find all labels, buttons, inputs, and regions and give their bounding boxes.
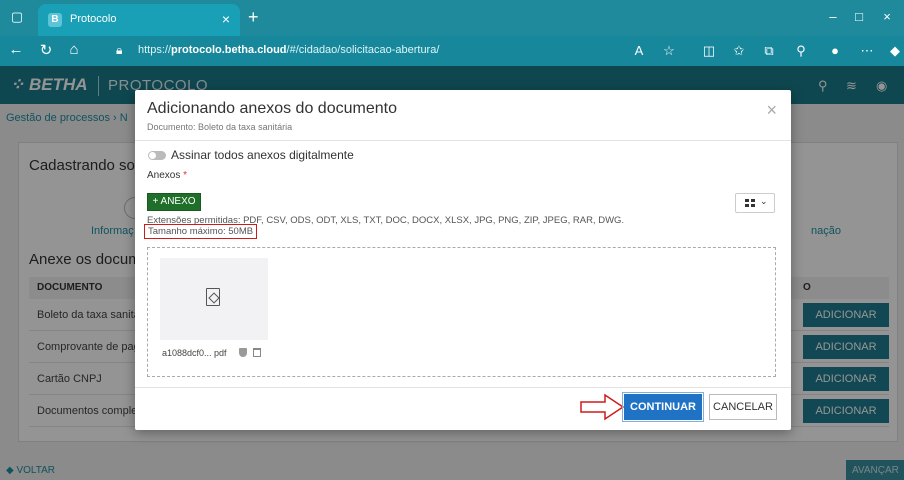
- favorite-star-icon[interactable]: ☆: [660, 43, 678, 59]
- more-menu-icon[interactable]: ⋯: [858, 43, 876, 59]
- file-name: a1088dcf0... pdf: [162, 348, 227, 358]
- file-drop-zone[interactable]: a1088dcf0... pdf: [147, 247, 776, 377]
- back-arrow-icon[interactable]: ←: [6, 41, 26, 58]
- tab-favicon-icon: B: [48, 13, 62, 27]
- tab-title: Protocolo: [70, 13, 117, 25]
- collections-icon[interactable]: ⧉: [760, 43, 778, 59]
- divider: [135, 140, 791, 141]
- sign-shield-icon[interactable]: [239, 348, 247, 357]
- attachments-modal: Adicionando anexos do documento Document…: [135, 90, 791, 430]
- reload-icon[interactable]: ↻: [36, 41, 56, 59]
- footer-divider: [135, 387, 791, 388]
- max-size-note: Tamanho máximo: 50MB: [144, 224, 258, 239]
- new-tab-icon[interactable]: +: [248, 8, 259, 26]
- sign-all-label: Assinar todos anexos digitalmente: [171, 148, 354, 162]
- close-icon[interactable]: ×: [766, 100, 777, 121]
- browser-tab[interactable]: B Protocolo ×: [38, 4, 240, 36]
- read-aloud-icon[interactable]: A: [630, 43, 648, 58]
- home-icon[interactable]: ⌂: [64, 41, 84, 58]
- minimize-icon[interactable]: –: [824, 8, 842, 26]
- file-card[interactable]: a1088dcf0... pdf: [160, 258, 268, 366]
- copilot-icon[interactable]: ◆: [886, 43, 904, 59]
- url-text: https://protocolo.betha.cloud/#/cidadao/…: [138, 44, 440, 56]
- tab-actions-icon[interactable]: ▢: [8, 8, 26, 26]
- favorites-icon[interactable]: ✩: [730, 43, 748, 59]
- split-screen-icon[interactable]: ◫: [700, 43, 718, 59]
- file-thumbnail: [160, 258, 268, 340]
- required-mark: *: [183, 170, 188, 181]
- cancel-button[interactable]: CANCELAR: [709, 394, 777, 420]
- browser-tab-bar: ▢ B Protocolo × + – □ ×: [0, 0, 904, 36]
- maximize-icon[interactable]: □: [850, 8, 868, 26]
- trash-icon[interactable]: [253, 348, 261, 357]
- view-mode-dropdown[interactable]: ⌄: [735, 193, 775, 213]
- grid-view-icon: [745, 199, 755, 207]
- tab-close-icon[interactable]: ×: [222, 11, 230, 27]
- lock-icon: 🔒︎: [116, 43, 123, 57]
- extensions-icon[interactable]: ⚲: [792, 43, 810, 59]
- modal-subtitle: Documento: Boleto da taxa sanitária: [147, 122, 293, 132]
- attachments-label: Anexos *: [147, 170, 188, 181]
- modal-title: Adicionando anexos do documento: [147, 100, 397, 117]
- pointer-arrow-icon: [580, 393, 625, 421]
- pdf-file-icon: [206, 288, 220, 306]
- url-bar[interactable]: 🔒︎ https://protocolo.betha.cloud/#/cidad…: [110, 40, 680, 62]
- sign-all-toggle[interactable]: [148, 151, 166, 160]
- continue-button[interactable]: CONTINUAR: [622, 392, 704, 422]
- profile-icon[interactable]: ●: [826, 43, 844, 58]
- window-close-icon[interactable]: ×: [878, 8, 896, 26]
- address-toolbar: ← ↻ ⌂ 🔒︎ https://protocolo.betha.cloud/#…: [0, 36, 904, 66]
- add-attachment-button[interactable]: + ANEXO: [147, 193, 201, 211]
- chevron-down-icon: ⌄: [760, 196, 768, 206]
